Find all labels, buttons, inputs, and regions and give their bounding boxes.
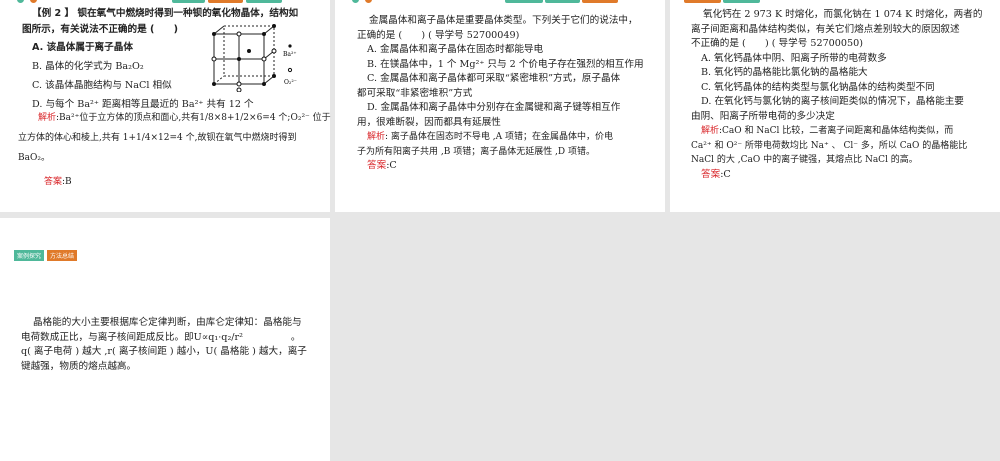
- tab-strip[interactable]: [505, 0, 543, 3]
- legend-o2: O₂²⁻: [284, 79, 297, 86]
- slide-panel-method-summary: 案例探究 方法总结 晶格能的大小主要根据库仑定律判断，由库仑定律知：晶格能与 电荷…: [0, 218, 330, 461]
- question-text: 不正确的是 ( ) ( 导学号 52700050): [691, 38, 863, 49]
- question-text: 离子间距离和晶体结构类似，有关它们熔点差别较大的原因叙述: [691, 23, 960, 35]
- tab-method-summary[interactable]: 方法总结: [47, 250, 78, 261]
- option-c: C. 金属晶体和离子晶体都可采取“紧密堆积”方式，原子晶体: [367, 73, 621, 84]
- tab-strip[interactable]: [246, 0, 282, 3]
- analysis-text: : 离子晶体在固态时不导电 ,A 项错；在金属晶体中，价电: [385, 132, 613, 142]
- nav-dot: [352, 0, 359, 3]
- tab-strip[interactable]: [723, 0, 760, 3]
- analysis-label: 解析: [701, 126, 720, 136]
- tab-strip[interactable]: [684, 0, 721, 3]
- option-c-cont: 都可采取“非紧密堆积”方式: [357, 87, 473, 99]
- answer-value: :B: [62, 177, 72, 187]
- question-text: 氧化钙在 2 973 K 时熔化，而氯化钠在 1 074 K 时熔化，两者的: [703, 9, 983, 20]
- slide-panel-example-2: 【例 2 】 钡在氧气中燃烧时得到一种钡的氧化物晶体，结构如 图所示，有关说法不…: [0, 0, 331, 212]
- tab-strip[interactable]: [208, 0, 243, 3]
- answer-label: 答案: [44, 177, 63, 187]
- option-b: B. 氧化钙的晶格能比氯化钠的晶格能大: [701, 67, 868, 78]
- answer-label: 答案: [701, 168, 721, 180]
- summary-text: 电荷数成正比，与离子核间距成反比。即U∝q₁·q₂/r² 。: [21, 331, 301, 343]
- answer-value: :C: [720, 168, 731, 180]
- crystal-structure-diagram: Ba²⁺ O₂²⁻: [211, 24, 297, 92]
- analysis-label: 解析: [38, 113, 57, 123]
- nav-dot: [17, 0, 24, 3]
- analysis-text: Ca²⁺ 和 O²⁻ 所带电荷数均比 Na⁺ 、 Cl⁻ 多，所以 CaO 的晶…: [691, 140, 968, 151]
- option-c: C. 氧化钙晶体的结构类型与氯化钠晶体的结构类型不同: [701, 81, 935, 93]
- analysis-text: 子为所有阳离子共用 ,B 项错；离子晶体无延展性 ,D 项错。: [357, 146, 595, 157]
- answer-value: :C: [386, 160, 397, 171]
- tab-strip[interactable]: [545, 0, 580, 3]
- slide-panel-question-50: 氧化钙在 2 973 K 时熔化，而氯化钠在 1 074 K 时熔化，两者的 离…: [670, 0, 1000, 212]
- analysis-text: NaCl 的大 ,CaO 中的离子键强，其熔点比 NaCl 的高。: [691, 155, 918, 165]
- question-text: 正确的是 ( ) ( 导学号 52700049): [357, 29, 520, 41]
- option-a: A. 金属晶体和离子晶体在固态时都能导电: [367, 44, 544, 55]
- answer-label: 答案: [367, 160, 387, 171]
- question-title: 【例 2 】 钡在氧气中燃烧时得到一种钡的氧化物晶体，结构如: [32, 8, 299, 19]
- option-d-cont: 用，很难断裂，因而都具有延展性: [357, 116, 501, 128]
- tab-strip[interactable]: [172, 0, 205, 3]
- slide-panel-question-49: 金属晶体和离子晶体是重要晶体类型。下列关于它们的说法中， 正确的是 ( ) ( …: [335, 0, 665, 212]
- option-b: B. 在镁晶体中，1 个 Mg²⁺ 只与 2 个价电子存在强烈的相互作用: [367, 58, 644, 70]
- analysis-text: :CaO 和 NaCl 比较，二者离子间距离和晶体结构类似，而: [719, 126, 954, 136]
- summary-text: q( 离子电荷 ) 越大 ,r( 离子核间距 ) 越小，U( 晶格能 ) 越大，…: [21, 346, 307, 357]
- nav-dot: [30, 0, 37, 3]
- summary-text: 键越强，物质的熔点越高。: [21, 360, 137, 372]
- legend-ba: Ba²⁺: [283, 51, 297, 58]
- question-text: 金属晶体和离子晶体是重要晶体类型。下列关于它们的说法中，: [369, 15, 638, 26]
- analysis-text: 立方体的体心和棱上,共有 1+1/4×12=4 个,故钡在氧气中燃烧时得到: [18, 133, 297, 143]
- tab-case-study[interactable]: 案例探究: [14, 250, 45, 261]
- analysis-text: BaO₂。: [18, 153, 50, 163]
- nav-dot: [365, 0, 372, 3]
- option-d: D. 在氧化钙与氯化钠的离子核间距类似的情况下，晶格能主要: [701, 96, 964, 107]
- option-d-cont: 由阴、阳离子所带电荷的多少决定: [691, 110, 835, 122]
- tab-strip[interactable]: [582, 0, 618, 3]
- summary-text: 晶格能的大小主要根据库仑定律判断，由库仑定律知：晶格能与: [33, 317, 302, 328]
- option-d: D. 金属晶体和离子晶体中分别存在金属键和离子键等相互作: [367, 102, 621, 113]
- option-a: A. 氧化钙晶体中阴、阳离子所带的电荷数多: [701, 52, 887, 64]
- analysis-text: :Ba²⁺位于立方体的顶点和面心,共有1/8×8+1/2×6=4 个;O₂²⁻ …: [56, 113, 331, 123]
- analysis-label: 解析: [367, 132, 386, 142]
